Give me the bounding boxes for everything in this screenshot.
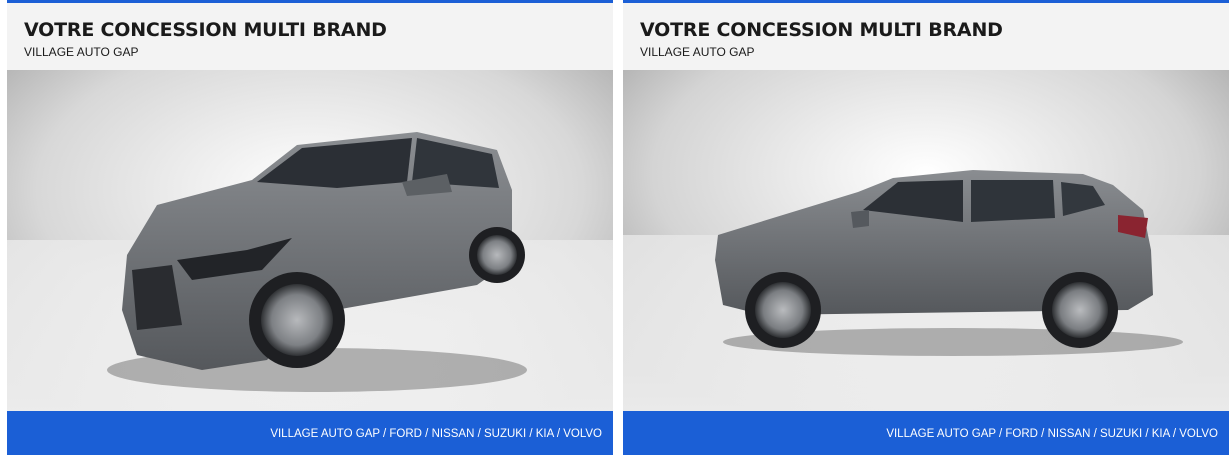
brand-footer: VILLAGE AUTO GAP / FORD / NISSAN / SUZUK… [623,411,1229,455]
dealer-title: VOTRE CONCESSION MULTI BRAND [24,19,387,41]
card-header: VOTRE CONCESSION MULTI BRAND VILLAGE AUT… [7,3,613,70]
card-header: VOTRE CONCESSION MULTI BRAND VILLAGE AUT… [623,3,1229,70]
dealer-subtitle: VILLAGE AUTO GAP [24,45,139,59]
brand-list: VILLAGE AUTO GAP / FORD / NISSAN / SUZUK… [886,428,1218,440]
car-photo-front[interactable] [7,70,613,411]
dealer-subtitle: VILLAGE AUTO GAP [640,45,755,59]
car-photo-side[interactable] [623,70,1229,411]
brand-list: VILLAGE AUTO GAP / FORD / NISSAN / SUZUK… [270,428,602,440]
brand-footer: VILLAGE AUTO GAP / FORD / NISSAN / SUZUK… [7,411,613,455]
listing-card-front[interactable]: VOTRE CONCESSION MULTI BRAND VILLAGE AUT… [7,0,613,455]
dealer-title: VOTRE CONCESSION MULTI BRAND [640,19,1003,41]
listing-card-side[interactable]: VOTRE CONCESSION MULTI BRAND VILLAGE AUT… [623,0,1229,455]
